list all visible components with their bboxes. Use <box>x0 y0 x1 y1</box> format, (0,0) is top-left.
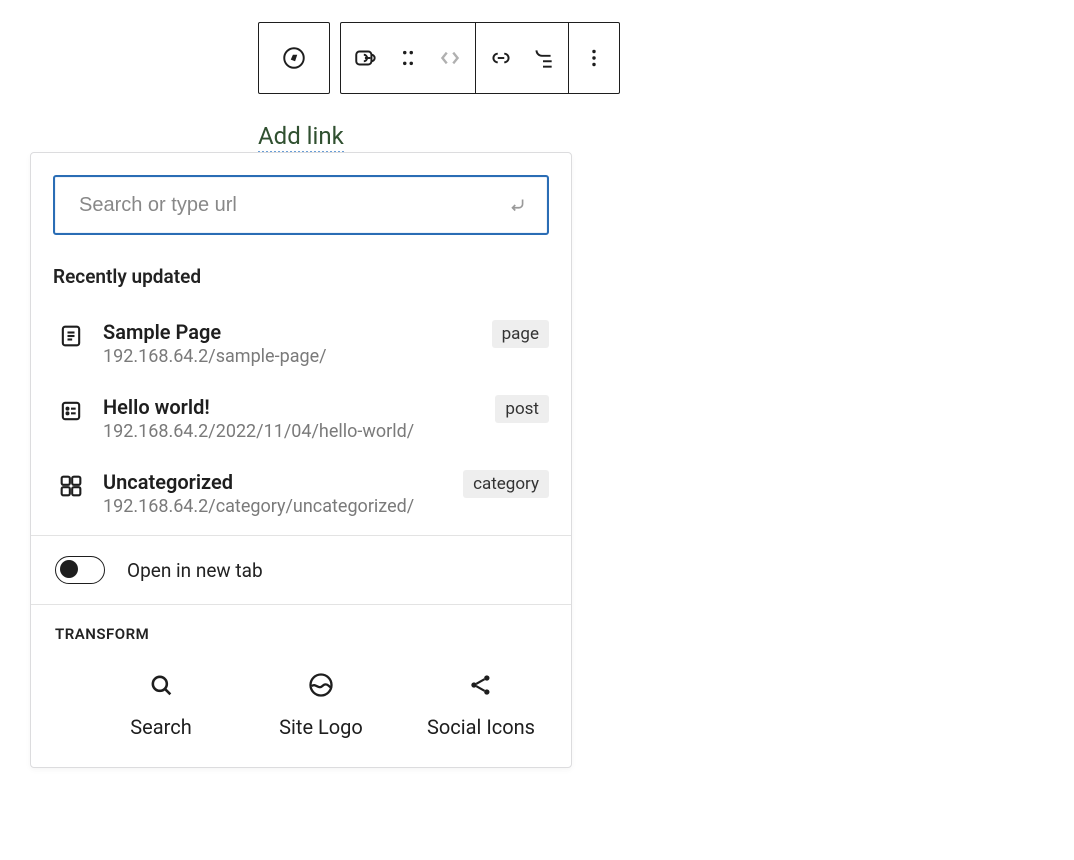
result-title: Hello world! <box>103 395 477 419</box>
toolbar-slot-link[interactable] <box>475 23 568 93</box>
link-result[interactable]: Sample Page 192.168.64.2/sample-page/ pa… <box>53 310 549 385</box>
post-icon <box>57 397 85 425</box>
result-title: Uncategorized <box>103 470 445 494</box>
drag-handle-icon[interactable] <box>395 45 421 71</box>
transform-option-search[interactable]: Search <box>101 671 221 739</box>
compass-icon <box>281 45 307 71</box>
result-type-badge: category <box>463 470 549 498</box>
site-logo-icon <box>307 671 335 699</box>
page-icon <box>57 322 85 350</box>
result-url: 192.168.64.2/sample-page/ <box>103 346 474 367</box>
enter-icon <box>507 194 529 216</box>
transform-label: Search <box>130 715 191 739</box>
link-search-input[interactable] <box>77 193 507 218</box>
result-url: 192.168.64.2/category/uncategorized/ <box>103 496 445 517</box>
link-icon <box>488 45 514 71</box>
result-url: 192.168.64.2/2022/11/04/hello-world/ <box>103 421 477 442</box>
transform-label: Social Icons <box>427 715 535 739</box>
recently-updated-heading: Recently updated <box>53 265 549 288</box>
add-link-placeholder[interactable]: Add link <box>258 122 344 153</box>
result-type-badge: post <box>495 395 549 423</box>
search-icon <box>147 671 175 699</box>
transform-label: Site Logo <box>279 715 363 739</box>
move-left-right-icon[interactable] <box>437 45 463 71</box>
category-icon <box>57 472 85 500</box>
transform-option-site-logo[interactable]: Site Logo <box>261 671 381 739</box>
open-new-tab-toggle[interactable] <box>55 556 105 584</box>
toolbar-slot-more[interactable] <box>568 23 619 93</box>
toolbar-group <box>340 22 620 94</box>
block-toolbar <box>258 22 620 94</box>
result-title: Sample Page <box>103 320 474 344</box>
share-icon <box>467 671 495 699</box>
result-type-badge: page <box>492 320 549 348</box>
open-new-tab-label: Open in new tab <box>127 559 263 582</box>
toolbar-slot-parent[interactable] <box>341 23 475 93</box>
link-result[interactable]: Uncategorized 192.168.64.2/category/unca… <box>53 460 549 535</box>
link-search-box[interactable] <box>53 175 549 235</box>
link-control-popover: Recently updated Sample Page 192.168.64.… <box>30 152 572 768</box>
more-vertical-icon <box>581 45 607 71</box>
link-block-icon <box>353 45 379 71</box>
submenu-icon[interactable] <box>530 45 556 71</box>
transform-option-social[interactable]: Social Icons <box>421 671 541 739</box>
link-result[interactable]: Hello world! 192.168.64.2/2022/11/04/hel… <box>53 385 549 460</box>
block-type-button[interactable] <box>258 22 330 94</box>
transform-heading: TRANSFORM <box>55 625 547 643</box>
